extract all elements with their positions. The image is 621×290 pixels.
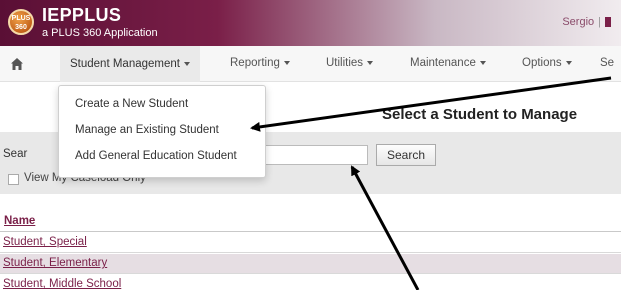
- nav-label: Reporting: [230, 57, 280, 69]
- nav-label: Maintenance: [410, 57, 476, 69]
- column-header-name[interactable]: Name: [4, 215, 35, 227]
- chevron-down-icon: [367, 60, 374, 65]
- nav-settings[interactable]: Se: [600, 57, 614, 69]
- menu-item-manage-student[interactable]: Manage an Existing Student: [75, 124, 219, 136]
- main-nav: Student Management Reporting Utilities M…: [0, 46, 621, 82]
- chevron-down-icon: [283, 60, 290, 65]
- caseload-checkbox[interactable]: [8, 174, 19, 185]
- app-header: PLUS 360 IEPPLUS a PLUS 360 Application …: [0, 0, 621, 46]
- student-link[interactable]: Student, Elementary: [3, 257, 107, 269]
- nav-label: Options: [522, 57, 562, 69]
- nav-options[interactable]: Options: [522, 57, 572, 69]
- plus360-logo-icon: PLUS 360: [8, 9, 34, 35]
- user-name[interactable]: Sergio: [562, 16, 594, 28]
- student-link[interactable]: Student, Special: [3, 236, 87, 248]
- app-title: IEPPLUS: [42, 5, 122, 25]
- nav-label: Student Management: [70, 58, 180, 70]
- nav-label: Utilities: [326, 57, 364, 69]
- flag-icon: [605, 17, 611, 28]
- page-title: Select a Student to Manage: [382, 106, 578, 123]
- user-separator: |: [598, 16, 601, 28]
- nav-reporting[interactable]: Reporting: [230, 57, 290, 69]
- nav-maintenance[interactable]: Maintenance: [410, 57, 486, 69]
- nav-utilities[interactable]: Utilities: [326, 57, 374, 69]
- search-label: Sear: [3, 148, 28, 160]
- nav-student-management[interactable]: Student Management: [60, 46, 200, 82]
- menu-item-add-general-ed-student[interactable]: Add General Education Student: [75, 150, 237, 162]
- table-row: Student, Elementary: [0, 254, 621, 274]
- student-management-menu: Create a New Student Manage an Existing …: [58, 85, 266, 178]
- nav-label: Se: [600, 57, 615, 69]
- chevron-down-icon: [565, 60, 572, 65]
- menu-item-create-student[interactable]: Create a New Student: [75, 98, 188, 110]
- chevron-down-icon: [479, 60, 486, 65]
- search-button[interactable]: Search: [376, 144, 436, 166]
- table-row: Student, Special: [0, 233, 621, 253]
- app-subtitle: a PLUS 360 Application: [42, 27, 158, 39]
- home-icon[interactable]: [10, 57, 24, 71]
- user-area: Sergio |: [562, 16, 611, 28]
- table-row: Student, Middle School: [0, 275, 621, 290]
- table-header: Name: [0, 212, 621, 232]
- chevron-down-icon: [183, 61, 190, 66]
- student-link[interactable]: Student, Middle School: [3, 278, 121, 290]
